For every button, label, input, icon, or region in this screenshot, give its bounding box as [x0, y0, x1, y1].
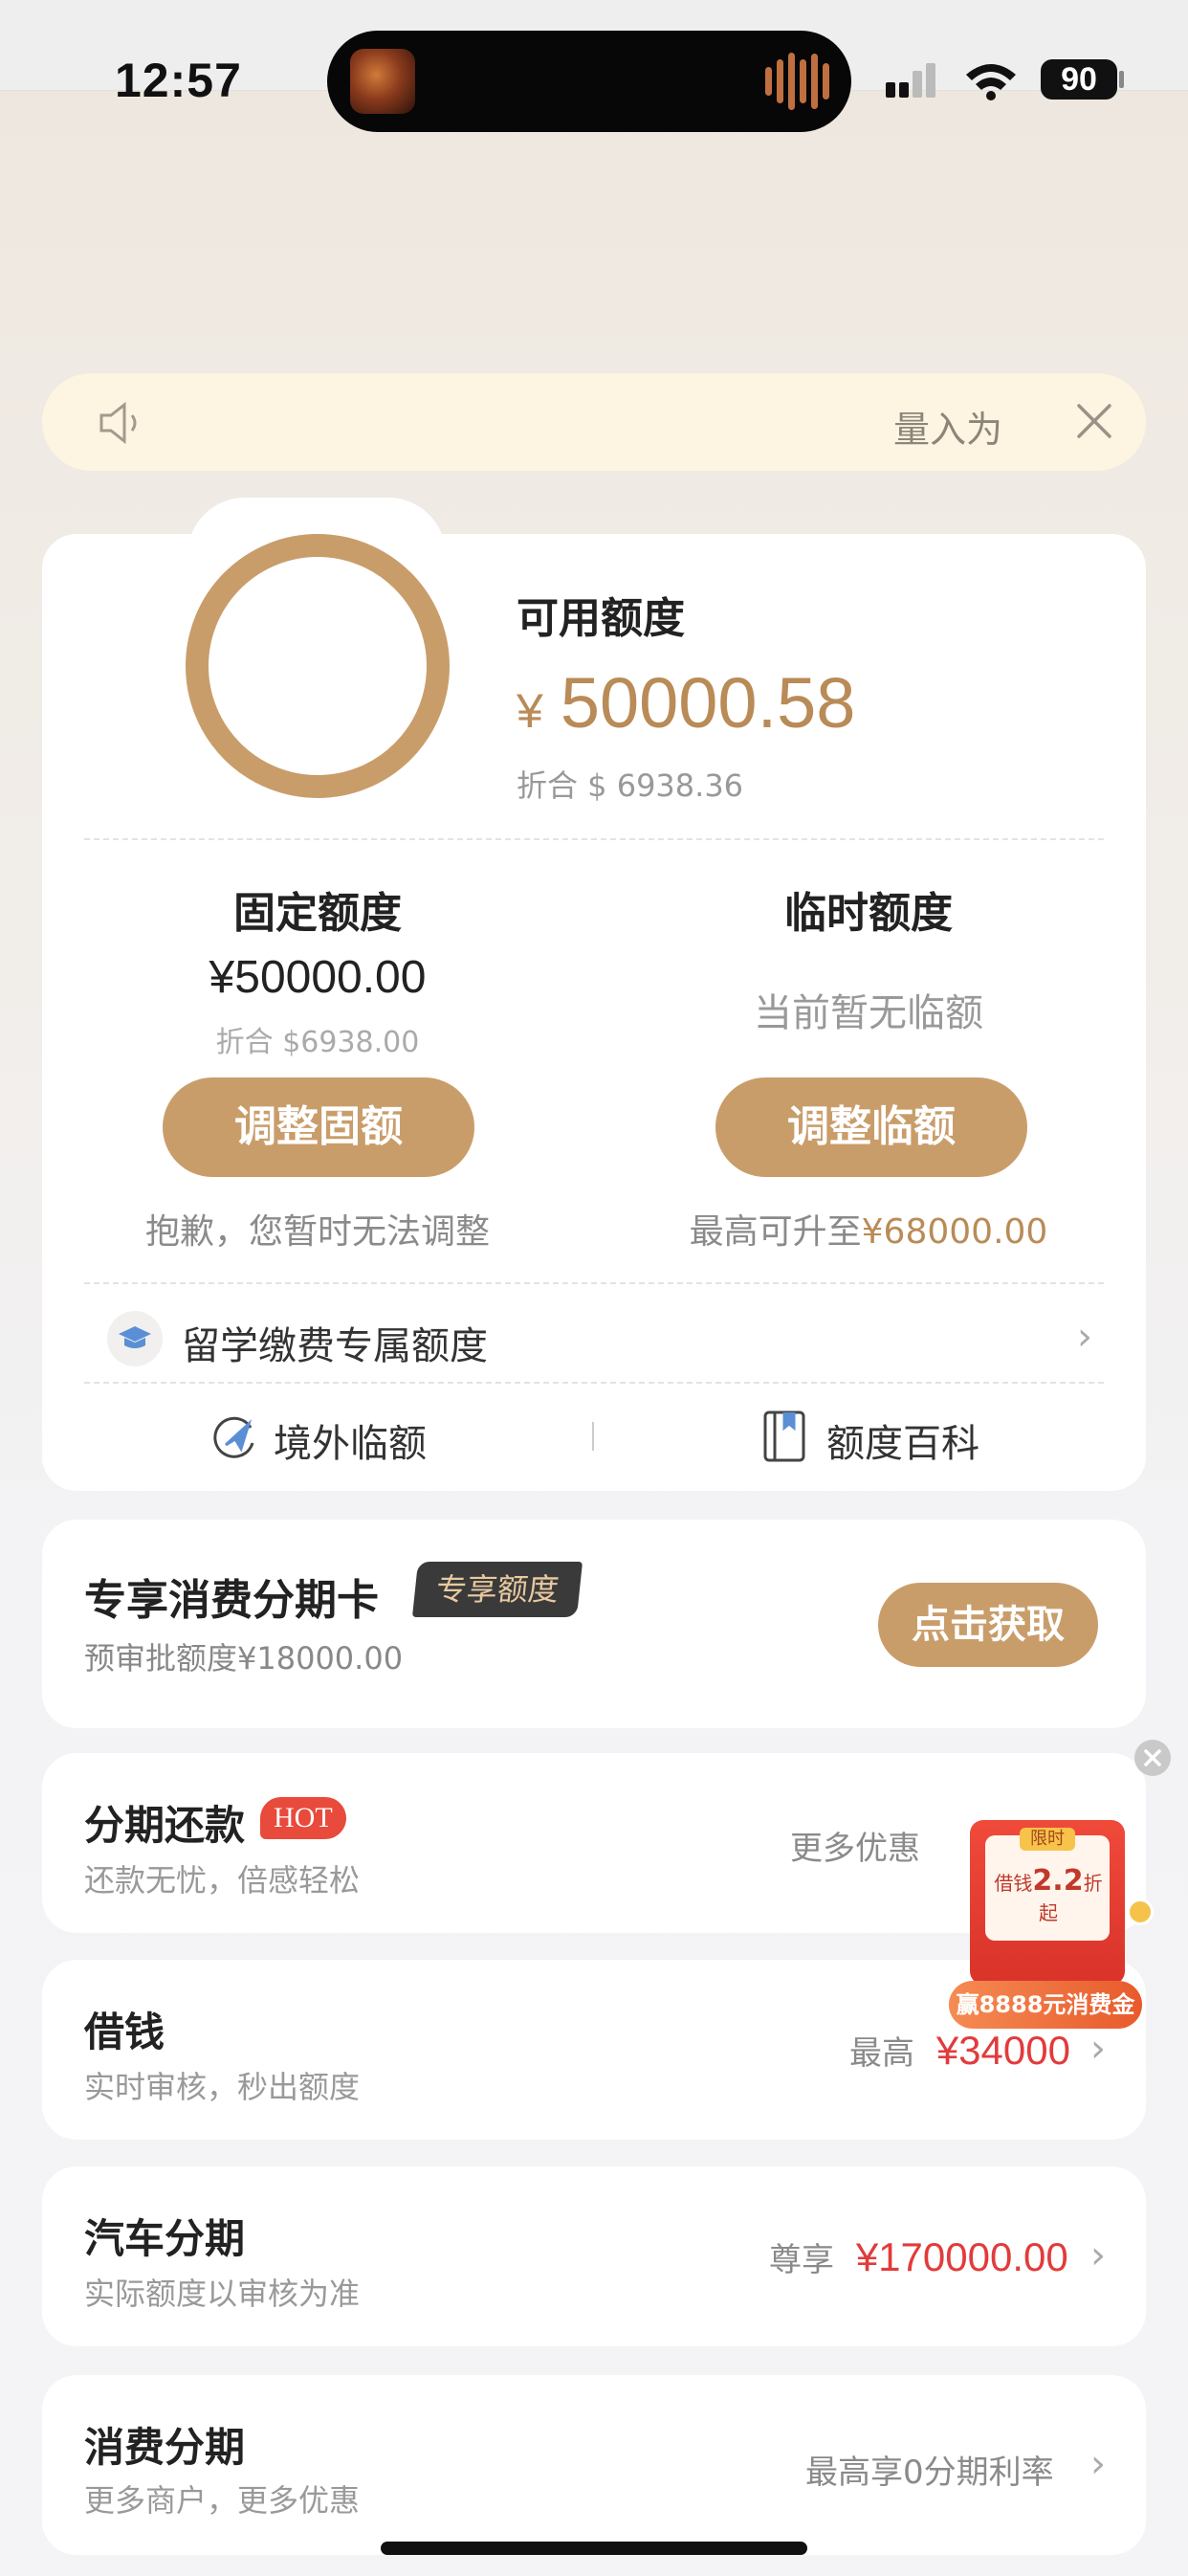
notice-text: 量入为	[893, 409, 1003, 451]
plane-icon	[207, 1410, 260, 1464]
promo-value: 2.2	[1032, 1864, 1084, 1898]
available-credit-label: 可用额度	[517, 594, 685, 643]
row-right-label: 最高	[849, 2034, 914, 2073]
row-subtitle: 还款无忧，倍感轻松	[84, 1862, 361, 1899]
cellular-signal-icon	[884, 61, 941, 101]
audio-wave-icon	[823, 63, 829, 100]
chevron-right-icon: ›	[1090, 2233, 1106, 2277]
graduation-cap-icon	[107, 1311, 163, 1366]
wifi-icon	[962, 59, 1020, 101]
adjust-temp-button[interactable]: 调整临额	[715, 1077, 1027, 1177]
promo-close-icon[interactable]	[1134, 1740, 1171, 1776]
adjust-fixed-button[interactable]: 调整固额	[163, 1077, 474, 1177]
fixed-credit-amount: ¥50000.00	[209, 952, 427, 1003]
divider	[84, 1282, 1104, 1284]
overseas-temp-credit-link[interactable]: 境外临额	[274, 1412, 427, 1468]
row-right-label: 尊享	[769, 2241, 834, 2279]
speaker-icon	[98, 400, 147, 446]
credit-encyclopedia-link[interactable]: 额度百科	[826, 1412, 979, 1468]
status-time: 12:57	[115, 54, 242, 107]
battery-indicator: 90	[1041, 59, 1117, 100]
credit-ring-gauge	[186, 534, 450, 798]
temp-note-prefix: 最高可升至	[689, 1212, 862, 1252]
exclusive-card-title: 专享消费分期卡	[84, 1576, 379, 1625]
exclusive-badge: 专享额度	[411, 1562, 583, 1617]
promo-tag: 限时	[1020, 1828, 1075, 1851]
promo-text: 借钱2.2折起	[991, 1864, 1106, 1925]
album-art-icon	[350, 49, 415, 114]
row-right-label: 最高享0分期利率	[805, 2454, 1054, 2492]
row-title: 消费分期	[84, 2424, 246, 2471]
home-indicator[interactable]	[381, 2542, 807, 2555]
study-abroad-credit-link[interactable]: 留学缴费专属额度	[182, 1315, 488, 1370]
row-subtitle: 实时审核，秒出额度	[84, 2069, 361, 2105]
promo-prefix: 借钱	[994, 1872, 1033, 1895]
currency-symbol: ¥	[517, 684, 543, 738]
fixed-credit-title: 固定额度	[233, 889, 402, 938]
row-amount: ¥170000.00	[855, 2234, 1068, 2279]
temp-credit-title: 临时额度	[784, 889, 953, 938]
available-credit-converted: 折合 $ 6938.36	[517, 767, 744, 804]
chevron-right-icon: ›	[1090, 2442, 1106, 2486]
chevron-right-icon: ›	[1077, 1315, 1092, 1359]
row-right-value: 最高 ¥34000	[849, 2027, 1070, 2074]
book-icon	[761, 1409, 807, 1464]
battery-tip	[1119, 71, 1124, 88]
divider	[84, 1382, 1104, 1384]
row-title: 分期还款	[84, 1802, 246, 1849]
fixed-credit-converted: 折合 $6938.00	[215, 1026, 420, 1059]
divider	[592, 1422, 594, 1451]
row-amount: ¥34000	[935, 2028, 1070, 2073]
row-title: 借钱	[84, 2009, 165, 2055]
temp-credit-status: 当前暂无临额	[754, 991, 983, 1035]
audio-wave-icon	[777, 59, 783, 103]
available-credit-amount: ¥50000.58	[517, 662, 855, 744]
get-exclusive-button[interactable]: 点击获取	[878, 1583, 1098, 1667]
temp-credit-note: 最高可升至¥68000.00	[649, 1204, 1089, 1254]
row-right-value: 尊享 ¥170000.00	[769, 2233, 1068, 2280]
row-subtitle: 实际额度以审核为准	[84, 2276, 361, 2312]
audio-wave-icon	[811, 54, 818, 109]
row-title: 汽车分期	[84, 2215, 246, 2262]
row-right-label: 更多优惠	[790, 1830, 920, 1868]
chevron-right-icon: ›	[1090, 2027, 1106, 2071]
promo-banner[interactable]: 赢8888元消费金	[949, 1981, 1142, 2029]
close-icon[interactable]	[1075, 402, 1113, 440]
exclusive-card-subtitle: 预审批额度¥18000.00	[84, 1640, 404, 1677]
audio-wave-icon	[765, 67, 772, 96]
amount-value: 50000.58	[560, 663, 856, 743]
fixed-credit-note: 抱歉，您暂时无法调整	[144, 1212, 490, 1252]
audio-wave-icon	[800, 59, 806, 103]
coin-icon	[1127, 1899, 1154, 1925]
temp-note-amount: ¥68000.00	[861, 1212, 1048, 1252]
hot-badge: HOT	[260, 1797, 346, 1839]
audio-wave-icon	[788, 53, 795, 110]
row-subtitle: 更多商户，更多优惠	[84, 2482, 361, 2519]
divider	[84, 838, 1104, 840]
